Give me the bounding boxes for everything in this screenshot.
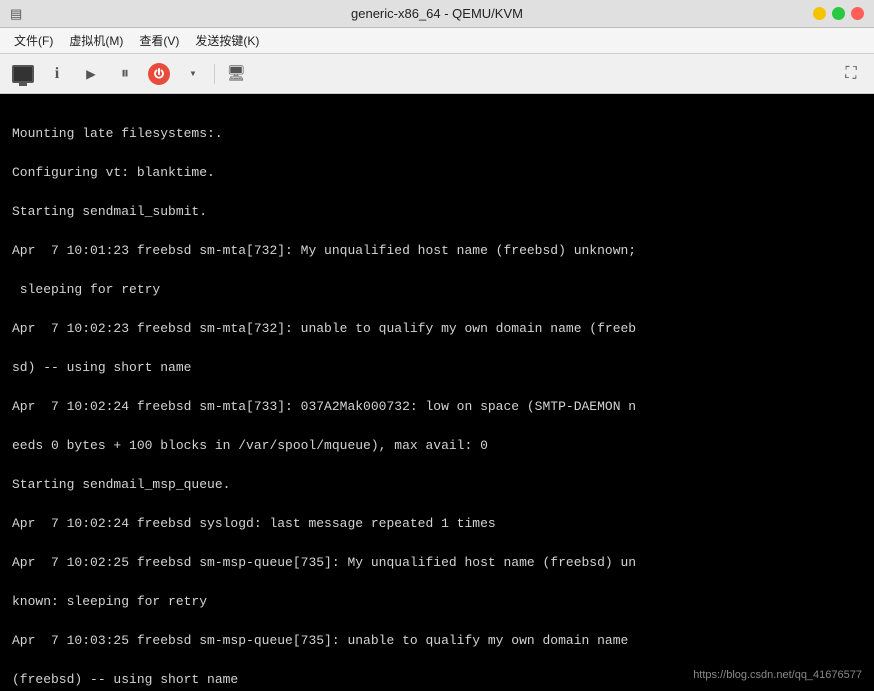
terminal-line-6: sd) -- using short name <box>12 360 191 375</box>
minimize-btn[interactable] <box>813 7 826 20</box>
screenshot-icon: 🖥 <box>226 64 245 83</box>
menu-view[interactable]: 查看(V) <box>133 30 185 51</box>
terminal-line-4: sleeping for retry <box>12 282 160 297</box>
menu-file[interactable]: 文件(F) <box>8 30 59 51</box>
terminal-line-0: Mounting late filesystems:. <box>12 126 223 141</box>
credit-text: https://blog.csdn.net/qq_41676577 <box>693 667 862 684</box>
dropdown-icon: ▾ <box>189 66 196 81</box>
terminal-line-14: (freebsd) -- using short name <box>12 672 238 687</box>
close-btn[interactable] <box>851 7 864 20</box>
terminal-line-11: Apr 7 10:02:25 freebsd sm-msp-queue[735]… <box>12 555 636 570</box>
play-button[interactable]: ▶ <box>76 60 106 88</box>
maximize-btn[interactable] <box>832 7 845 20</box>
info-icon: i <box>55 65 59 83</box>
terminal-line-12: known: sleeping for retry <box>12 594 207 609</box>
terminal-line-7: Apr 7 10:02:24 freebsd sm-mta[733]: 037A… <box>12 399 636 414</box>
toolbar: i ▶ ⏸ ▾ 🖥 ⛶ <box>0 54 874 94</box>
terminal-line-8: eeds 0 bytes + 100 blocks in /var/spool/… <box>12 438 488 453</box>
play-icon: ▶ <box>86 64 96 84</box>
terminal-line-13: Apr 7 10:03:25 freebsd sm-msp-queue[735]… <box>12 633 628 648</box>
power-icon <box>148 63 170 85</box>
pause-button[interactable]: ⏸ <box>110 60 140 88</box>
monitor-button[interactable] <box>8 60 38 88</box>
terminal-line-1: Configuring vt: blanktime. <box>12 165 215 180</box>
screenshot-button[interactable]: 🖥 <box>221 60 251 88</box>
menu-sendkey[interactable]: 发送按键(K) <box>189 30 265 51</box>
monitor-icon <box>12 65 34 83</box>
pause-icon: ⏸ <box>121 65 129 83</box>
terminal-line-3: Apr 7 10:01:23 freebsd sm-mta[732]: My u… <box>12 243 636 258</box>
terminal-line-2: Starting sendmail_submit. <box>12 204 207 219</box>
title-bar: ▤ generic-x86_64 - QEMU/KVM <box>0 0 874 28</box>
dropdown-button[interactable]: ▾ <box>178 60 208 88</box>
power-button[interactable] <box>144 60 174 88</box>
terminal-area[interactable]: Mounting late filesystems:. Configuring … <box>0 94 874 691</box>
terminal-line-10: Apr 7 10:02:24 freebsd syslogd: last mes… <box>12 516 496 531</box>
terminal-line-5: Apr 7 10:02:23 freebsd sm-mta[732]: unab… <box>12 321 636 336</box>
fullscreen-icon: ⛶ <box>845 65 856 83</box>
menu-bar: 文件(F) 虚拟机(M) 查看(V) 发送按键(K) <box>0 28 874 54</box>
window-title: generic-x86_64 - QEMU/KVM <box>351 6 523 21</box>
terminal-output: Mounting late filesystems:. Configuring … <box>12 104 862 691</box>
info-button[interactable]: i <box>42 60 72 88</box>
fullscreen-button[interactable]: ⛶ <box>836 60 866 88</box>
menu-vm[interactable]: 虚拟机(M) <box>63 30 129 51</box>
window-icon: ▤ <box>10 6 22 22</box>
window-controls <box>813 7 864 20</box>
toolbar-separator <box>214 64 215 84</box>
terminal-line-9: Starting sendmail_msp_queue. <box>12 477 230 492</box>
